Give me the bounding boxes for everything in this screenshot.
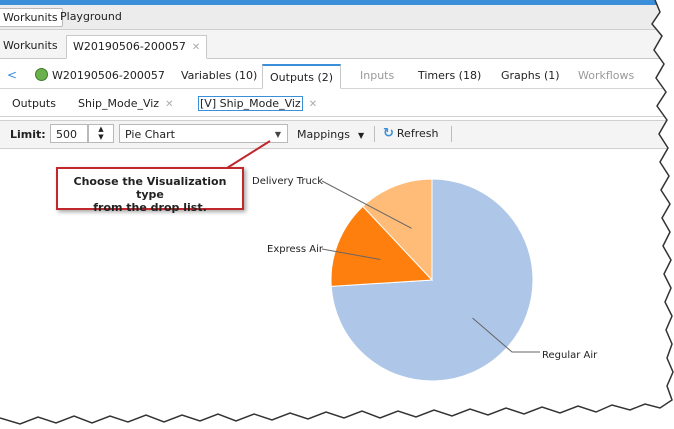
torn-edge [0,0,674,429]
